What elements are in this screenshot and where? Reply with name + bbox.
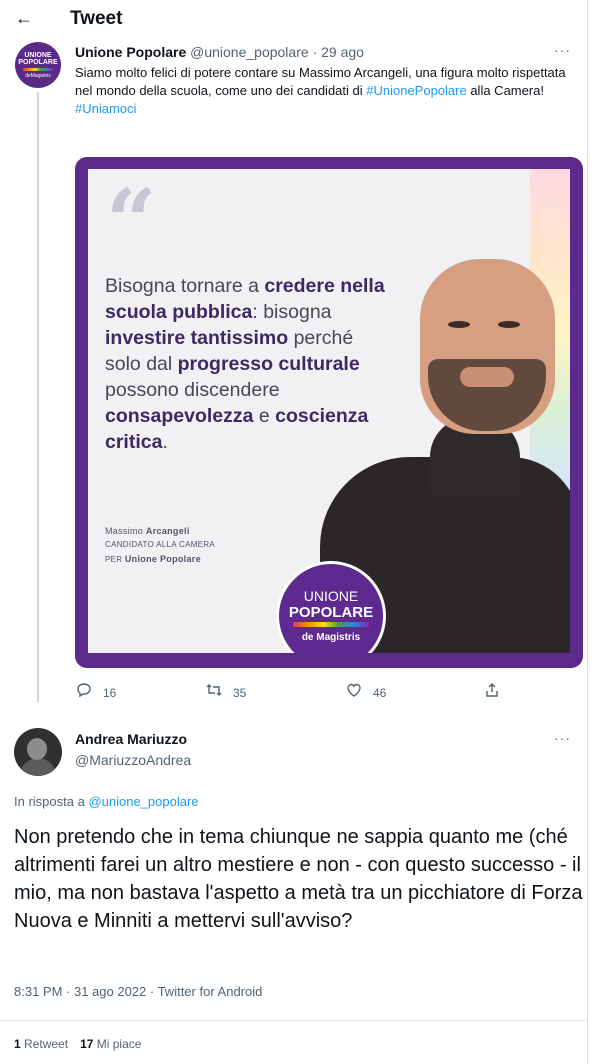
like-button[interactable]: 46 — [345, 682, 386, 703]
avatar[interactable]: UNIONE POPOLARE deMagistris — [15, 42, 61, 88]
signature-role: candidato alla camera — [105, 540, 216, 549]
tweet-text: Siamo molto felici di potere contare su … — [75, 64, 585, 118]
photo-eye — [448, 321, 470, 328]
retweets-count: 1 — [14, 1037, 21, 1051]
tweet-actions: 16 35 46 — [75, 682, 515, 704]
back-arrow-icon[interactable]: ← — [12, 6, 36, 30]
quote-segment: investire tantissimo — [105, 327, 289, 349]
quote-segment: e — [253, 405, 276, 427]
top-bar: ← Tweet — [0, 0, 588, 38]
quote-segment: Bisogna tornare a — [105, 275, 265, 297]
retweets-stat[interactable]: 1 Retweet — [14, 1037, 68, 1051]
tweet-text: Non pretendo che in tema chiunque ne sap… — [14, 826, 583, 932]
like-count: 46 — [373, 685, 387, 700]
tweet-time[interactable]: 29 ago — [321, 44, 364, 60]
likes-label: Mi piace — [96, 1037, 142, 1051]
reply-handle-link[interactable]: @unione_popolare — [88, 794, 198, 809]
more-options-icon[interactable]: ··· — [554, 730, 571, 746]
poster-signature: Massimo Arcangeli candidato alla camera … — [105, 524, 215, 567]
page-title: Tweet — [70, 8, 123, 29]
signature-first-name: Massimo — [105, 526, 146, 536]
reply-button[interactable]: 16 — [75, 682, 116, 703]
rainbow-stripe — [293, 622, 369, 627]
quote-segment: . — [162, 431, 168, 453]
tweet-stats: 1 Retweet 17 Mi piace — [14, 1037, 141, 1051]
avatar-logo-text: UNIONE — [24, 52, 52, 59]
photo-eye — [498, 321, 520, 328]
author-name[interactable]: Unione Popolare — [75, 44, 186, 60]
hashtag-link[interactable]: #UnionePopolare — [366, 83, 466, 98]
avatar-figure — [20, 758, 56, 776]
share-button[interactable] — [483, 682, 501, 703]
tweet-media-image[interactable]: “ Bisogna tornare a credere nella scuola… — [75, 157, 583, 668]
tweet-page: ← Tweet UNIONE POPOLARE deMagistris Unio… — [0, 0, 588, 1064]
avatar[interactable] — [14, 728, 62, 776]
likes-count: 17 — [80, 1037, 94, 1051]
avatar-logo-text: POPOLARE — [18, 59, 58, 66]
quote-segment: consapevolezza — [105, 405, 254, 427]
author-name[interactable]: Andrea Mariuzzo — [75, 731, 187, 747]
retweet-button[interactable]: 35 — [205, 682, 246, 703]
retweets-label: Retweet — [24, 1037, 69, 1051]
media-poster: “ Bisogna tornare a credere nella scuola… — [88, 169, 570, 653]
heart-icon — [345, 682, 363, 703]
signature-last-name: Arcangeli — [145, 526, 190, 536]
badge-line: UNIONE — [303, 588, 359, 604]
author-handle[interactable]: @MariuzzoAndrea — [75, 752, 191, 768]
author-handle[interactable]: @unione_popolare — [190, 44, 309, 60]
share-icon — [483, 682, 501, 703]
comment-icon — [75, 682, 93, 703]
retweet-count: 35 — [233, 685, 247, 700]
signature-party: Unione Popolare — [124, 554, 201, 564]
more-options-icon[interactable]: ··· — [554, 42, 571, 58]
tweet-text-part: alla Camera! — [466, 83, 545, 98]
rainbow-stripe — [23, 68, 53, 71]
badge-line: POPOLARE — [288, 604, 374, 621]
tweet-timestamp[interactable]: 8:31 PM · 31 ago 2022 · Twitter for Andr… — [14, 984, 262, 999]
retweet-icon — [205, 682, 223, 703]
avatar-logo-text: deMagistris — [25, 73, 51, 79]
thread-connector — [37, 92, 39, 702]
separator-dot: · — [312, 44, 318, 60]
quote-segment: possono discendere — [105, 379, 280, 401]
reply-prefix: In risposta a — [14, 794, 89, 809]
photo-mouth — [460, 367, 514, 387]
divider — [0, 1020, 588, 1021]
signature-prefix: per — [105, 555, 125, 564]
quote-mark-icon: “ — [106, 169, 157, 273]
badge-line: de Magistris — [301, 632, 361, 643]
tweet-author-line: Unione Popolare @unione_popolare · 29 ag… — [75, 44, 364, 60]
likes-stat[interactable]: 17 Mi piace — [80, 1037, 141, 1051]
reply-count: 16 — [103, 685, 117, 700]
hashtag-link[interactable]: #Uniamoci — [75, 101, 136, 116]
avatar-figure — [27, 738, 47, 760]
reply-context: In risposta a @unione_popolare — [14, 794, 199, 809]
